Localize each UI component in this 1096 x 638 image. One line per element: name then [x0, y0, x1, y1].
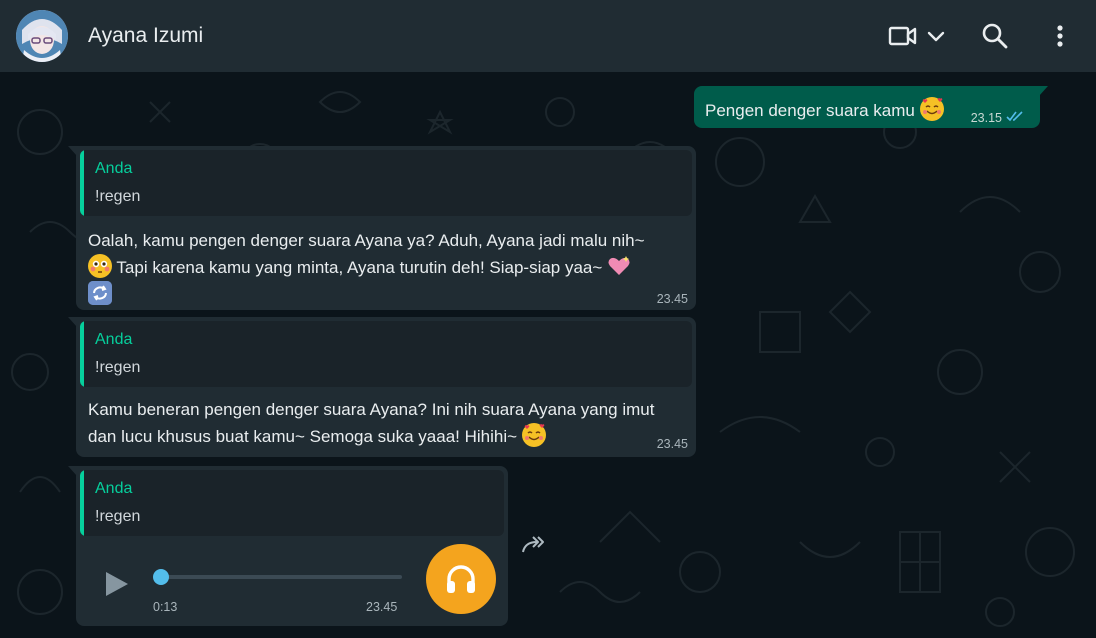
search-icon[interactable]: [980, 20, 1010, 52]
contact-name[interactable]: Ayana Izumi: [88, 24, 203, 48]
flushed-face-emoji: [88, 254, 112, 278]
message-time: 23.45: [656, 292, 688, 306]
incoming-message[interactable]: Anda !regen Oalah, kamu pengen denger su…: [68, 146, 696, 310]
quote-author: Anda: [95, 331, 133, 348]
quoted-message[interactable]: Anda !regen: [80, 470, 504, 536]
quote-author: Anda: [95, 160, 133, 177]
quoted-message[interactable]: Anda !regen: [80, 321, 692, 387]
message-text: Kamu beneran pengen denger suara Ayana? …: [88, 400, 655, 447]
message-time: 23.45: [656, 437, 688, 451]
message-text: Pengen denger suara kamu: [705, 97, 944, 121]
audio-progress-handle[interactable]: [153, 569, 169, 585]
voice-message[interactable]: Anda !regen 0:13 23.45: [68, 466, 508, 626]
smiling-face-with-hearts-emoji: [919, 97, 944, 121]
sparkling-heart-emoji: [607, 254, 631, 278]
repeat-button-emoji: [88, 281, 112, 305]
message-time: 23.45: [366, 600, 398, 614]
video-call-icon[interactable]: [888, 20, 918, 52]
outgoing-message[interactable]: Pengen denger suara kamu 23.15: [694, 86, 1048, 128]
quote-author: Anda: [95, 480, 133, 497]
quote-text: !regen: [95, 359, 141, 376]
quote-text: !regen: [95, 508, 141, 525]
quoted-message[interactable]: Anda !regen: [80, 150, 692, 216]
play-icon[interactable]: [102, 570, 130, 598]
chat-header: Ayana Izumi: [0, 0, 1096, 72]
read-ticks-icon: [1006, 110, 1024, 125]
message-time: 23.15: [970, 110, 1002, 125]
smiling-face-with-hearts-emoji: [521, 423, 546, 447]
chevron-down-icon[interactable]: [924, 20, 948, 52]
quote-text: !regen: [95, 188, 141, 205]
headphones-icon: [426, 544, 496, 614]
more-vert-icon[interactable]: [1048, 20, 1072, 52]
contact-avatar[interactable]: [16, 10, 68, 62]
audio-progress-track[interactable]: [162, 575, 402, 579]
chat-area[interactable]: Pengen denger suara kamu 23.15 Anda !reg…: [0, 72, 1096, 638]
message-text: Oalah, kamu pengen denger suara Ayana ya…: [88, 228, 692, 308]
audio-player: 0:13 23.45: [76, 542, 508, 626]
message-meta: 23.15: [971, 110, 1024, 125]
audio-duration: 0:13: [153, 600, 178, 614]
incoming-message[interactable]: Anda !regen Kamu beneran pengen denger s…: [68, 317, 696, 457]
forward-icon[interactable]: [520, 532, 548, 560]
